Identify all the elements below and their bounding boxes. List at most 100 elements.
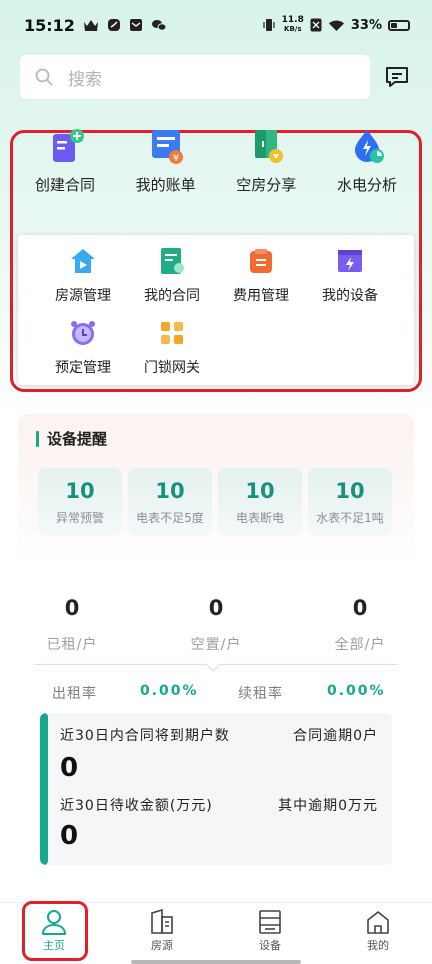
chat-icon [386, 67, 408, 87]
alert-count: 10 [335, 478, 365, 503]
alert-count: 10 [245, 478, 275, 503]
clock: 15:12 [24, 15, 75, 35]
stat-rented[interactable]: 0 已租/户 [0, 596, 144, 654]
alert-item-power-off[interactable]: 10 电表断电 [218, 468, 302, 536]
create-contract-icon [53, 129, 84, 162]
create-contract-label: 创建合同 [34, 176, 95, 194]
message-button[interactable] [382, 62, 412, 92]
lock-gateway-button[interactable]: 门锁网关 [127, 319, 217, 377]
house-management-button[interactable]: 房源管理 [38, 247, 128, 305]
rate-row: 出租率 0.00% 续租率 0.00% [0, 683, 432, 703]
receivable-amount-value: 0 [60, 821, 79, 851]
profile-house-icon [367, 911, 389, 934]
alert-count: 10 [155, 478, 185, 503]
bill-icon: ¥ [151, 130, 183, 164]
reservation-management-label: 预定管理 [55, 360, 111, 376]
fee-management-label: 费用管理 [233, 288, 289, 304]
my-bill-label: 我的账单 [135, 176, 196, 194]
overdue-amount-label: 其中逾期0万元 [278, 798, 378, 814]
vacant-share-button[interactable]: 空房分享 [221, 128, 311, 208]
my-contract-button[interactable]: 我的合同 [127, 247, 217, 305]
battery-percent: 33% [350, 17, 382, 33]
crown-icon [83, 20, 98, 31]
device-alert-title: 设备提醒 [36, 428, 107, 449]
create-contract-button[interactable]: 创建合同 [20, 128, 110, 208]
vacant-share-icon [255, 130, 284, 163]
contract-summary-card: 近30日内合同将到期户数 合同逾期0户 0 近30日待收金额(万元) 其中逾期0… [40, 713, 392, 865]
alert-count: 10 [65, 478, 95, 503]
device-tab-icon [259, 910, 281, 934]
stat-value: 0 [352, 596, 368, 620]
search-row: 搜索 [20, 55, 412, 99]
alert-label: 电表不足5度 [136, 510, 204, 525]
status-bar: 15:12 11.8 KB/s 33% [0, 0, 432, 50]
building-icon [151, 909, 173, 934]
renewal-rate-label: 续租率 [238, 686, 283, 702]
alert-item-meter-low[interactable]: 10 电表不足5度 [128, 468, 212, 536]
vibrate-icon [263, 19, 275, 31]
utility-analysis-icon [354, 130, 384, 163]
contract-icon [161, 248, 184, 274]
function-menu-card: 房源管理 我的合同 费用管理 我的设备 预定管理 门锁网关 [18, 235, 414, 385]
alert-label: 异常预警 [55, 510, 104, 525]
device-alert-card: 设备提醒 10 异常预警 10 电表不足5度 10 电表断电 10 水表不足1吨 [18, 414, 414, 566]
svg-text:¥: ¥ [172, 153, 178, 164]
app-notification-icon [107, 19, 120, 31]
alert-label: 电表断电 [235, 510, 284, 525]
alert-item-abnormal[interactable]: 10 异常预警 [38, 468, 122, 536]
receivable-amount-label: 近30日待收金额(万元) [60, 798, 213, 814]
fee-management-button[interactable]: 费用管理 [216, 247, 306, 305]
tab-profile[interactable]: 我的 [324, 903, 432, 964]
house-icon [71, 249, 95, 273]
stat-label: 全部/户 [334, 637, 386, 653]
tab-profile-label: 我的 [367, 939, 389, 952]
gateway-icon [161, 322, 183, 344]
occupancy-stats: 0 已租/户 0 空置/户 0 全部/户 [0, 596, 432, 654]
network-speed: 11.8 KB/s [281, 15, 304, 34]
wifi-icon [328, 20, 344, 31]
device-alert-title-text: 设备提醒 [47, 430, 108, 448]
tab-devices-label: 设备 [259, 939, 281, 952]
expiring-contracts-value: 0 [60, 753, 79, 783]
search-input[interactable]: 搜索 [20, 55, 370, 99]
stat-label: 空置/户 [190, 637, 242, 653]
device-icon [338, 250, 362, 272]
my-device-label: 我的设备 [322, 288, 378, 304]
vacant-share-label: 空房分享 [236, 176, 297, 194]
stat-vacant[interactable]: 0 空置/户 [144, 596, 288, 654]
caret-indicator [206, 664, 220, 672]
search-placeholder: 搜索 [68, 69, 102, 90]
tab-listings-label: 房源 [151, 939, 173, 952]
overdue-contracts-label: 合同逾期0户 [293, 728, 378, 744]
stat-label: 已租/户 [46, 637, 98, 653]
search-icon [35, 68, 53, 86]
stat-value: 0 [64, 596, 80, 620]
tab-devices[interactable]: 设备 [216, 903, 324, 964]
renewal-rate-value: 0.00% [327, 683, 386, 699]
title-accent-bar [36, 430, 39, 447]
utility-analysis-button[interactable]: 水电分析 [322, 128, 412, 208]
alert-label: 水表不足1吨 [316, 510, 384, 525]
occupancy-rate-value: 0.00% [140, 683, 199, 699]
my-device-button[interactable]: 我的设备 [305, 247, 395, 305]
my-contract-label: 我的合同 [144, 288, 200, 304]
summary-accent-bar [40, 713, 48, 865]
lock-gateway-label: 门锁网关 [144, 360, 200, 376]
occupancy-rate-label: 出租率 [52, 686, 97, 702]
alert-item-water-low[interactable]: 10 水表不足1吨 [308, 468, 392, 536]
alarm-clock-icon [71, 321, 95, 345]
expiring-contracts-label: 近30日内合同将到期户数 [60, 728, 230, 744]
reservation-management-button[interactable]: 预定管理 [38, 319, 128, 377]
my-bill-button[interactable]: ¥ 我的账单 [121, 128, 211, 208]
highlight-frame-home-tab [22, 901, 88, 961]
battery-icon [388, 19, 410, 31]
tab-listings[interactable]: 房源 [108, 903, 216, 964]
stat-value: 0 [208, 596, 224, 620]
house-management-label: 房源管理 [55, 288, 111, 304]
message-notification-icon [129, 19, 142, 31]
stat-total[interactable]: 0 全部/户 [288, 596, 432, 654]
fee-icon [250, 249, 272, 273]
gesture-home-indicator[interactable] [131, 960, 301, 964]
wechat-icon [151, 20, 167, 31]
nfc-icon [310, 18, 322, 32]
